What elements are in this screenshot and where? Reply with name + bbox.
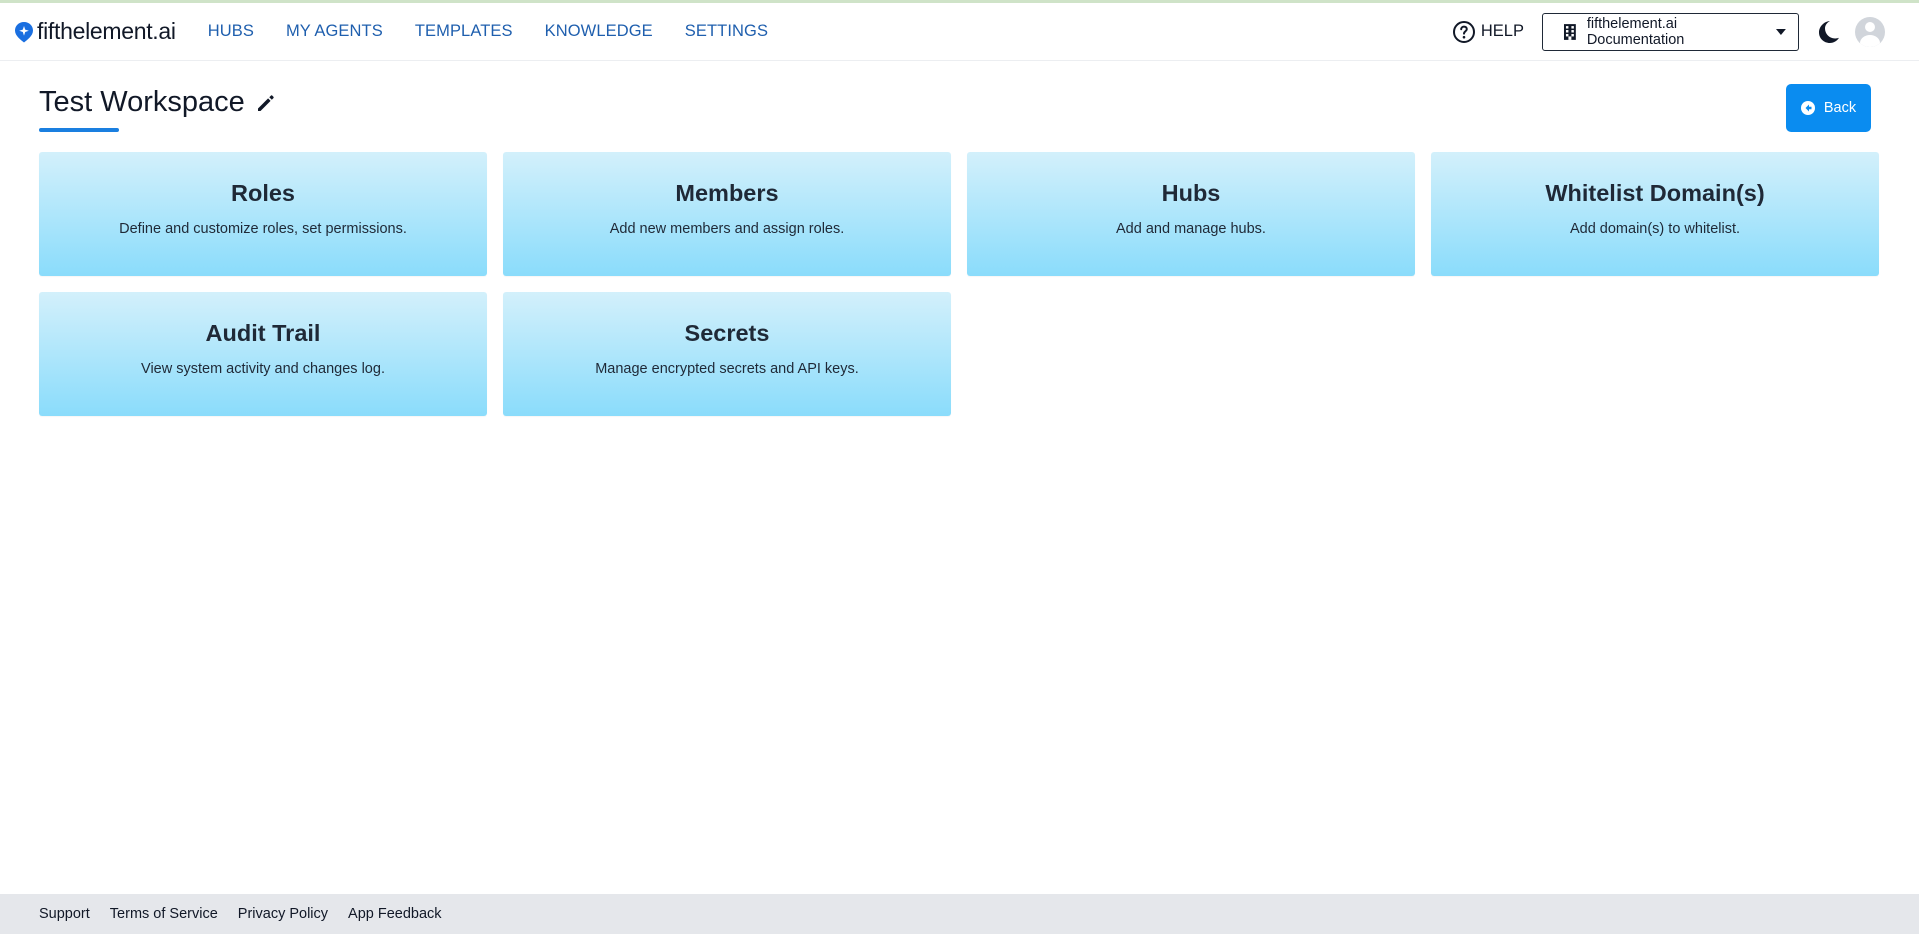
card-secrets[interactable]: Secrets Manage encrypted secrets and API…: [503, 292, 951, 416]
nav-templates[interactable]: TEMPLATES: [415, 22, 513, 41]
card-title: Roles: [231, 180, 295, 206]
building-icon: [1563, 23, 1576, 40]
help-circle-icon: [1452, 20, 1475, 43]
card-title: Secrets: [684, 320, 770, 346]
moon-icon[interactable]: [1815, 19, 1841, 45]
chevron-down-icon: [1776, 28, 1786, 35]
card-title: Whitelist Domain(s): [1545, 180, 1765, 206]
card-hubs[interactable]: Hubs Add and manage hubs.: [967, 152, 1415, 276]
sparkle-pin-icon: [15, 21, 33, 42]
card-description: Add and manage hubs.: [1116, 221, 1266, 237]
title-underline: [39, 128, 119, 132]
card-description: Manage encrypted secrets and API keys.: [595, 361, 859, 377]
card-title: Members: [675, 180, 779, 206]
top-navbar: fifthelement.ai HUBS MY AGENTS TEMPLATES…: [0, 3, 1919, 61]
card-title: Hubs: [1161, 180, 1221, 206]
page-title: Test Workspace: [39, 86, 276, 119]
arrow-left-circle-icon: [1800, 101, 1815, 115]
card-roles[interactable]: Roles Define and customize roles, set pe…: [39, 152, 487, 276]
footer-link-support[interactable]: Support: [39, 906, 90, 922]
footer-link-terms[interactable]: Terms of Service: [110, 906, 218, 922]
page-title-text: Test Workspace: [39, 86, 245, 118]
help-link[interactable]: HELP: [1452, 20, 1524, 44]
nav-hubs[interactable]: HUBS: [208, 22, 254, 41]
brand-name: fifthelement.ai: [37, 18, 176, 44]
nav-knowledge[interactable]: KNOWLEDGE: [545, 22, 653, 41]
main-nav: HUBS MY AGENTS TEMPLATES KNOWLEDGE SETTI…: [186, 22, 778, 41]
back-button-label: Back: [1823, 100, 1857, 116]
help-label: HELP: [1480, 22, 1524, 40]
user-avatar-icon[interactable]: [1855, 16, 1885, 47]
page-header: Test Workspace: [39, 86, 276, 132]
nav-settings[interactable]: SETTINGS: [685, 22, 768, 41]
page-footer: Support Terms of Service Privacy Policy …: [0, 894, 1919, 934]
workspace-settings-grid: Roles Define and customize roles, set pe…: [39, 152, 1879, 416]
card-audit-trail[interactable]: Audit Trail View system activity and cha…: [39, 292, 487, 416]
card-title: Audit Trail: [205, 320, 321, 346]
organization-selector[interactable]: fifthelement.ai Documentation: [1542, 12, 1799, 51]
card-whitelist-domains[interactable]: Whitelist Domain(s) Add domain(s) to whi…: [1431, 152, 1879, 276]
back-button[interactable]: Back: [1786, 84, 1871, 132]
card-members[interactable]: Members Add new members and assign roles…: [503, 152, 951, 276]
footer-link-feedback[interactable]: App Feedback: [348, 906, 442, 922]
card-description: View system activity and changes log.: [141, 361, 385, 377]
card-description: Define and customize roles, set permissi…: [119, 221, 407, 237]
header-actions: HELP fifthelement.ai Documentation: [1452, 12, 1885, 51]
nav-my-agents[interactable]: MY AGENTS: [286, 22, 383, 41]
organization-selector-value: fifthelement.ai Documentation: [1586, 15, 1685, 48]
footer-link-privacy[interactable]: Privacy Policy: [238, 906, 328, 922]
brand-logo[interactable]: fifthelement.ai: [14, 18, 176, 45]
card-description: Add domain(s) to whitelist.: [1569, 221, 1741, 237]
pencil-icon[interactable]: [256, 93, 276, 113]
card-description: Add new members and assign roles.: [609, 221, 845, 237]
